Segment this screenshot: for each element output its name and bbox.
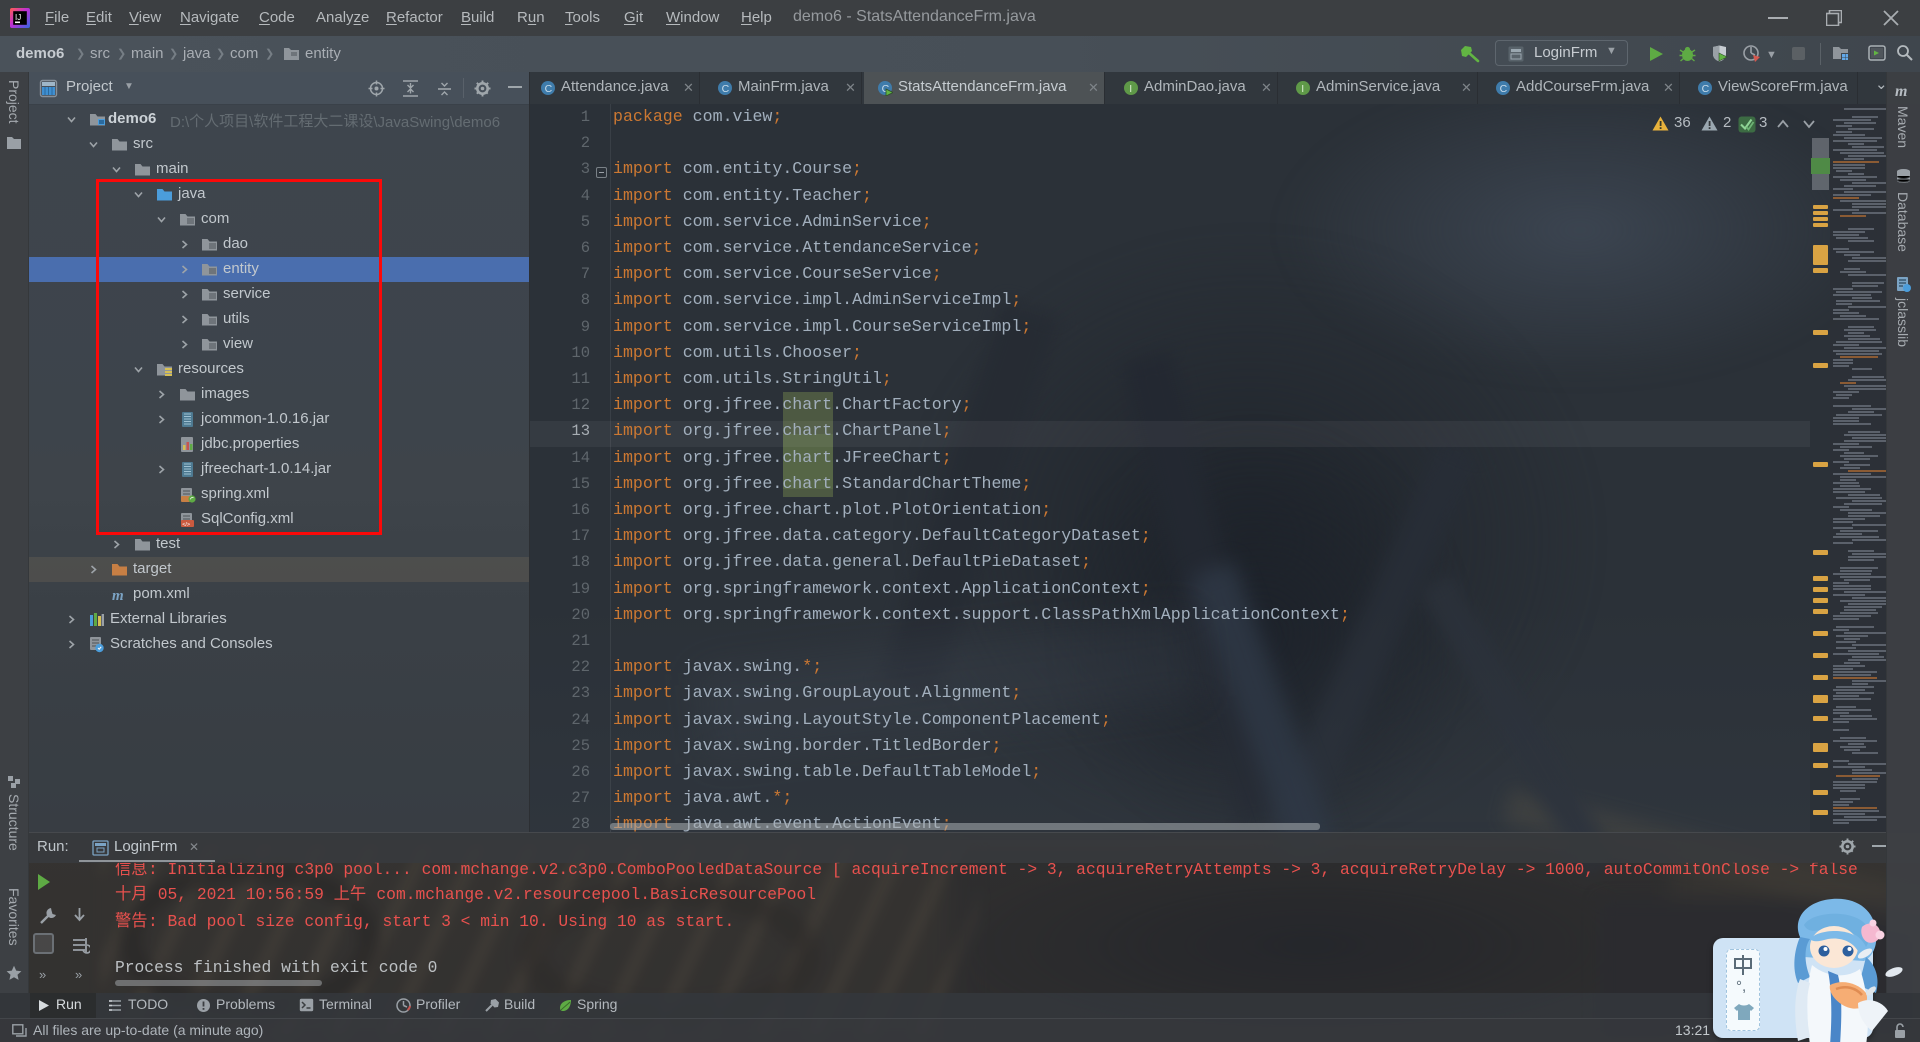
svg-text:C: C xyxy=(1500,83,1508,95)
svg-text:m: m xyxy=(112,588,124,603)
svg-text:C: C xyxy=(722,83,730,95)
svg-text:C: C xyxy=(545,83,553,95)
svg-text:C: C xyxy=(1702,83,1710,95)
svg-text:I: I xyxy=(1301,83,1304,95)
svg-text:IJ: IJ xyxy=(15,13,21,22)
svg-text:m: m xyxy=(1895,83,1907,99)
svg-text:I: I xyxy=(1129,83,1132,95)
